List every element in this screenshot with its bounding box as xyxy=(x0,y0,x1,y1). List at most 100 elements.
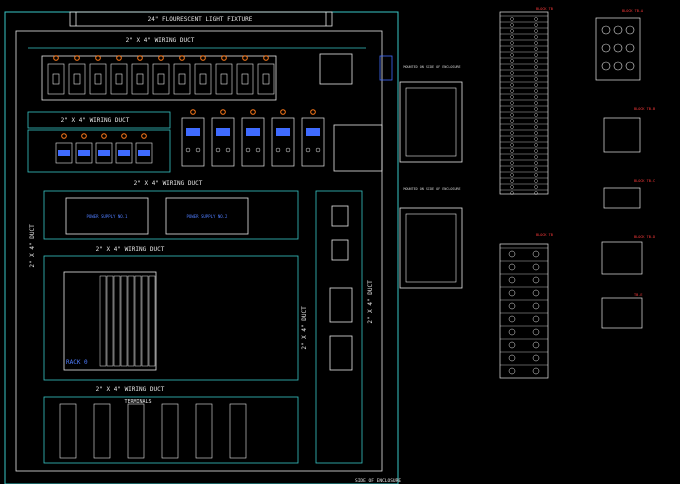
left-duct-label: 2" X 4" DUCT xyxy=(29,224,36,268)
breaker xyxy=(89,63,107,95)
detail-block-c xyxy=(603,187,641,209)
terminal-screw xyxy=(215,147,221,153)
breaker-handle xyxy=(262,73,270,85)
terminal-strip xyxy=(499,11,549,195)
callout-bubble xyxy=(141,133,147,139)
strip-screw xyxy=(508,341,516,349)
strip-screw xyxy=(534,59,538,63)
strip-screw xyxy=(510,23,514,27)
strip-screw xyxy=(532,367,540,375)
tag-tb-bottom: BLOCK TB xyxy=(536,233,553,237)
detail-block-b xyxy=(603,117,641,153)
strip-screw xyxy=(510,161,514,165)
terminal-block xyxy=(59,403,77,459)
strip-screw xyxy=(510,155,514,159)
terminal-screw xyxy=(285,147,291,153)
detail-screw xyxy=(613,61,623,71)
detail-screw xyxy=(601,43,611,53)
strip-screw xyxy=(508,263,516,271)
breaker-handle xyxy=(157,73,165,85)
breaker-handle xyxy=(115,73,123,85)
side-view-1-label: MOUNTED ON SIDE OF ENCLOSURE xyxy=(403,65,460,69)
terminal-screw xyxy=(245,147,251,153)
strip-screw xyxy=(508,289,516,297)
callout-bubble xyxy=(310,109,316,115)
callout-bubble xyxy=(81,133,87,139)
strip-screw xyxy=(534,125,538,129)
strip-screw xyxy=(532,289,540,297)
backplate-outline xyxy=(15,30,383,472)
strip-screw xyxy=(534,131,538,135)
strip-screw xyxy=(510,29,514,33)
strip-screw xyxy=(508,302,516,310)
detail-screw xyxy=(613,43,623,53)
strip-screw xyxy=(532,302,540,310)
strip-screw xyxy=(510,119,514,123)
terminal-block xyxy=(161,403,179,459)
detail-screw xyxy=(613,25,623,35)
side-box-1 xyxy=(399,81,463,163)
rack-slot xyxy=(148,275,156,367)
strip-screw xyxy=(534,29,538,33)
breaker xyxy=(215,63,233,95)
breaker xyxy=(110,63,128,95)
strip-screw xyxy=(532,315,540,323)
detail-screw xyxy=(601,61,611,71)
breaker xyxy=(131,63,149,95)
strip-screw xyxy=(510,59,514,63)
detail-block-e xyxy=(601,297,643,329)
strip-screw xyxy=(510,47,514,51)
strip-screw xyxy=(510,131,514,135)
strip-screw xyxy=(510,113,514,117)
rack-slot xyxy=(99,275,107,367)
side-box-2 xyxy=(399,207,463,289)
strip-screw xyxy=(510,71,514,75)
strip-screw xyxy=(534,95,538,99)
strip-screw xyxy=(534,137,538,141)
rack-slot xyxy=(134,275,142,367)
strip-screw xyxy=(510,77,514,81)
detail-screw xyxy=(625,25,635,35)
strip-screw xyxy=(510,41,514,45)
strip-screw xyxy=(508,315,516,323)
strip-screw xyxy=(534,167,538,171)
breaker-handle xyxy=(220,73,228,85)
detail-screw xyxy=(601,25,611,35)
callout-bubble xyxy=(190,109,196,115)
center-duct-label: 2" X 4" DUCT xyxy=(301,306,308,350)
starter-face xyxy=(276,128,290,136)
strip-screw xyxy=(534,119,538,123)
rack-slot xyxy=(127,275,135,367)
relay-box xyxy=(333,124,383,172)
rack-slot xyxy=(106,275,114,367)
strip-screw xyxy=(534,65,538,69)
fuse-block xyxy=(319,53,353,85)
upper-left-duct-label: 2" X 4" WIRING DUCT xyxy=(61,117,130,124)
callout-bubble xyxy=(280,109,286,115)
terminal-strip xyxy=(499,243,549,379)
terminal-block xyxy=(127,403,145,459)
strip-screw xyxy=(534,71,538,75)
breaker xyxy=(173,63,191,95)
breaker-handle xyxy=(136,73,144,85)
breaker-handle xyxy=(94,73,102,85)
bottom-duct-label: 2" X 4" WIRING DUCT xyxy=(96,386,165,393)
strip-screw xyxy=(534,113,538,117)
strip-screw xyxy=(534,155,538,159)
strip-screw xyxy=(508,250,516,258)
breaker xyxy=(194,63,212,95)
terminal-block xyxy=(93,403,111,459)
breaker-handle xyxy=(73,73,81,85)
strip-screw xyxy=(534,101,538,105)
strip-screw xyxy=(534,179,538,183)
tag-b: BLOCK TB-B xyxy=(634,107,655,111)
strip-screw xyxy=(510,143,514,147)
rack-label: RACK 0 xyxy=(66,359,88,366)
terminal-screw xyxy=(305,147,311,153)
strip-screw xyxy=(510,149,514,153)
callout-bubble xyxy=(250,109,256,115)
light-switch xyxy=(331,205,349,227)
outlet-2 xyxy=(329,335,353,371)
strip-screw xyxy=(510,137,514,141)
starter-face xyxy=(216,128,230,136)
